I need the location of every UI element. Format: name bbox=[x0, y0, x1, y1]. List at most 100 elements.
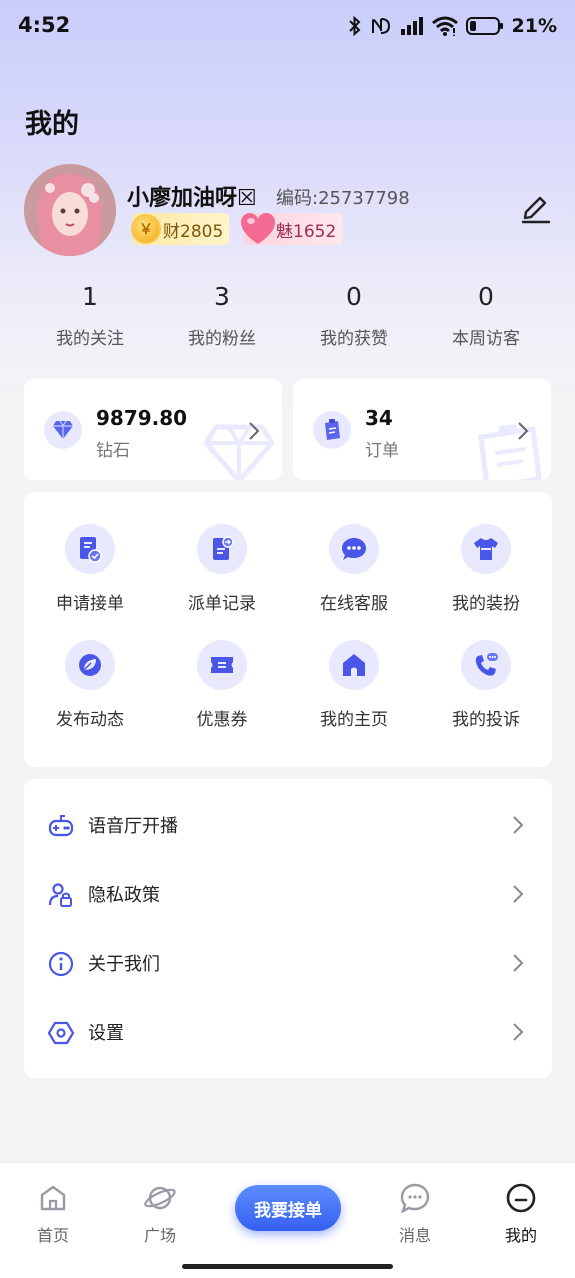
tab-label: 我的 bbox=[504, 1226, 537, 1245]
menu-item-settings[interactable]: 设置 bbox=[24, 1002, 552, 1062]
menu-label: 隐私政策 bbox=[88, 885, 160, 906]
user-code: 编码:25737798 bbox=[276, 188, 410, 209]
nickname: 小廖加油呀☒ bbox=[127, 186, 257, 211]
menu-item-privacy[interactable]: 隐私政策 bbox=[24, 864, 552, 924]
chevron-right-icon bbox=[513, 954, 524, 972]
charm-value: 魅1652 bbox=[276, 221, 337, 242]
home-indicator bbox=[182, 1264, 393, 1269]
tab-mine[interactable]: 我的 bbox=[481, 1181, 561, 1246]
service-label: 申请接单 bbox=[56, 594, 124, 614]
stat-value: 3 bbox=[214, 282, 230, 311]
chat-support-icon bbox=[329, 524, 379, 574]
order-icon bbox=[313, 411, 351, 449]
user-lock-icon bbox=[48, 883, 72, 907]
menu-label: 关于我们 bbox=[88, 954, 160, 975]
diamond-watermark-icon bbox=[204, 424, 274, 480]
wifi-icon bbox=[431, 16, 458, 36]
stat-label: 本周访客 bbox=[452, 329, 520, 349]
nfc-icon bbox=[371, 18, 390, 34]
stat-label: 我的关注 bbox=[56, 329, 124, 349]
bottom-tab-bar: 首页 广场 我要接单 消息 我的 bbox=[0, 1162, 575, 1278]
status-icons: 21% bbox=[348, 14, 557, 38]
service-post-moment[interactable]: 发布动态 bbox=[24, 640, 156, 730]
service-label: 派单记录 bbox=[188, 594, 256, 614]
service-dispatch-record[interactable]: 派单记录 bbox=[156, 524, 288, 614]
apply-order-icon bbox=[65, 524, 115, 574]
coupon-icon bbox=[197, 640, 247, 690]
diamond-icon bbox=[44, 411, 82, 449]
stat-value: 0 bbox=[478, 282, 494, 311]
stat-value: 1 bbox=[82, 282, 98, 311]
leaf-post-icon bbox=[65, 640, 115, 690]
diamond-card[interactable]: 9879.80 钻石 bbox=[24, 379, 282, 480]
edit-profile-button[interactable] bbox=[518, 190, 552, 224]
page-title: 我的 bbox=[25, 109, 79, 140]
tab-home[interactable]: 首页 bbox=[13, 1181, 93, 1246]
order-value: 34 bbox=[365, 406, 393, 430]
stat-label: 我的获赞 bbox=[320, 329, 388, 349]
signal-icon bbox=[400, 17, 423, 35]
stat-fans[interactable]: 3 我的粉丝 bbox=[156, 280, 288, 352]
info-icon bbox=[48, 951, 74, 977]
stat-following[interactable]: 1 我的关注 bbox=[24, 280, 156, 352]
services-panel: 申请接单 派单记录 在线客服 我的装扮 发布动态 优惠券 我的主页 我的投诉 bbox=[24, 492, 552, 767]
tab-label: 首页 bbox=[36, 1226, 69, 1245]
order-label: 订单 bbox=[365, 441, 399, 461]
diamond-value: 9879.80 bbox=[96, 406, 188, 430]
battery-percent: 21% bbox=[511, 15, 557, 37]
avatar[interactable] bbox=[24, 164, 116, 256]
diamond-label: 钻石 bbox=[96, 441, 130, 461]
profile-tab-icon bbox=[506, 1183, 536, 1213]
menu-label: 语音厅开播 bbox=[88, 816, 178, 837]
order-card[interactable]: 34 订单 bbox=[293, 379, 551, 480]
home-tab-icon bbox=[40, 1185, 66, 1211]
service-label: 优惠券 bbox=[196, 710, 248, 730]
tshirt-icon bbox=[461, 524, 511, 574]
menu-label: 设置 bbox=[88, 1023, 124, 1044]
tab-messages[interactable]: 消息 bbox=[375, 1181, 455, 1246]
service-online-support[interactable]: 在线客服 bbox=[288, 524, 420, 614]
heart-icon bbox=[241, 213, 275, 244]
gamepad-icon bbox=[48, 815, 74, 837]
coin-icon: ￥ bbox=[131, 214, 161, 244]
charm-badge: 魅1652 bbox=[241, 213, 342, 245]
service-label: 发布动态 bbox=[56, 710, 124, 730]
service-coupon[interactable]: 优惠券 bbox=[156, 640, 288, 730]
clipboard-watermark-icon bbox=[478, 424, 542, 480]
profile-stats: 1 我的关注 3 我的粉丝 0 我的获赞 0 本周访客 bbox=[24, 280, 552, 352]
service-my-complaint[interactable]: 我的投诉 bbox=[420, 640, 552, 730]
tab-square[interactable]: 广场 bbox=[120, 1181, 200, 1246]
edit-icon bbox=[521, 196, 551, 224]
stat-value: 0 bbox=[346, 282, 362, 311]
service-my-outfit[interactable]: 我的装扮 bbox=[420, 524, 552, 614]
chevron-right-icon bbox=[513, 1023, 524, 1041]
stat-visitors[interactable]: 0 本周访客 bbox=[420, 280, 552, 352]
phone-complaint-icon bbox=[461, 640, 511, 690]
accept-order-button[interactable]: 我要接单 bbox=[235, 1185, 341, 1231]
chevron-right-icon bbox=[513, 816, 524, 834]
status-time: 4:52 bbox=[18, 13, 71, 37]
service-label: 在线客服 bbox=[320, 594, 388, 614]
menu-item-voice-room[interactable]: 语音厅开播 bbox=[24, 795, 552, 855]
home-icon bbox=[329, 640, 379, 690]
service-label: 我的主页 bbox=[320, 710, 388, 730]
service-apply-order[interactable]: 申请接单 bbox=[24, 524, 156, 614]
status-bar: 4:52 21% bbox=[0, 0, 575, 52]
tab-label: 消息 bbox=[398, 1226, 431, 1245]
chevron-right-icon bbox=[249, 422, 260, 440]
dispatch-record-icon bbox=[197, 524, 247, 574]
chevron-right-icon bbox=[513, 885, 524, 903]
service-label: 我的装扮 bbox=[452, 594, 520, 614]
tab-label: 广场 bbox=[143, 1226, 176, 1245]
message-icon bbox=[400, 1183, 430, 1214]
service-my-homepage[interactable]: 我的主页 bbox=[288, 640, 420, 730]
menu-item-about[interactable]: 关于我们 bbox=[24, 933, 552, 993]
settings-menu: 语音厅开播 隐私政策 关于我们 设置 bbox=[24, 779, 552, 1078]
service-label: 我的投诉 bbox=[452, 710, 520, 730]
battery-icon bbox=[465, 17, 503, 35]
chevron-right-icon bbox=[518, 422, 529, 440]
bluetooth-icon bbox=[348, 16, 360, 36]
stat-likes[interactable]: 0 我的获赞 bbox=[288, 280, 420, 352]
planet-icon bbox=[144, 1186, 176, 1210]
wealth-value: 财2805 bbox=[163, 221, 224, 242]
